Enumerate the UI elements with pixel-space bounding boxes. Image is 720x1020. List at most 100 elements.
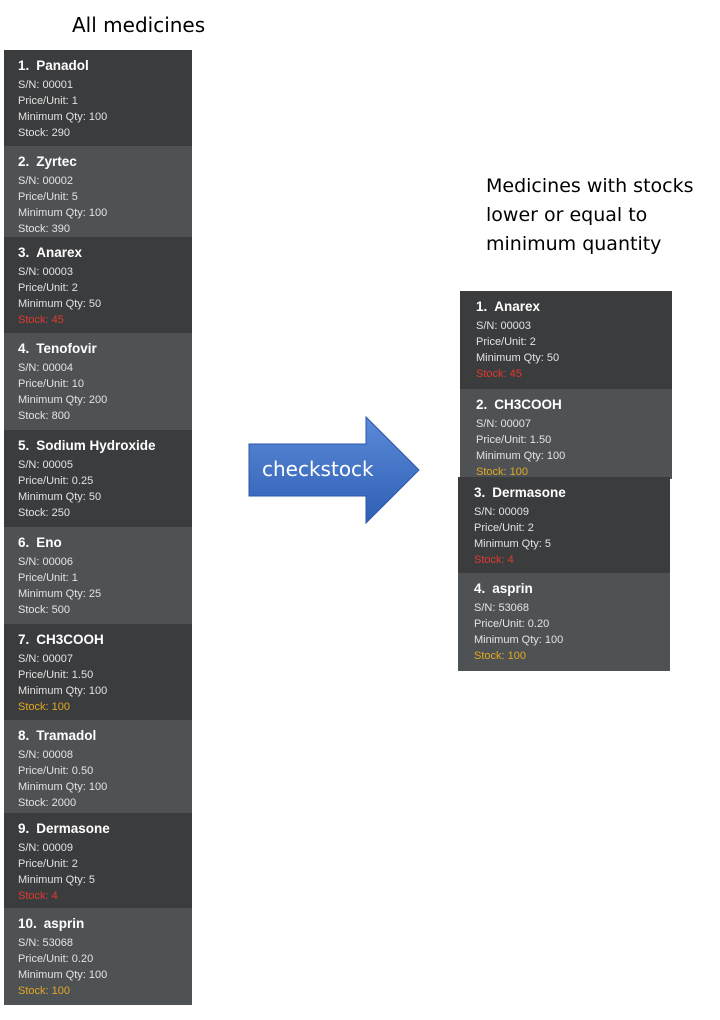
medicine-card[interactable]: 3. Dermasone S/N: 00009 Price/Unit: 2 Minimu… <box>458 477 670 573</box>
medicine-name-row: 3. Anarex <box>18 244 192 262</box>
medicine-serial-number: S/N: 00007 <box>476 418 532 430</box>
medicine-stock: Stock: 100 <box>18 701 70 713</box>
medicine-card[interactable]: 6. Eno S/N: 00006 Price/Unit: 1 Minimum Qty:… <box>4 527 192 625</box>
medicine-serial-number: S/N: 53068 <box>18 937 74 949</box>
medicine-stock: Stock: 2000 <box>18 797 77 809</box>
medicine-stock: Stock: 100 <box>474 650 526 662</box>
medicine-name-row: 4. asprin <box>474 580 670 598</box>
medicine-index: 3. <box>474 485 486 500</box>
medicine-name: Panadol <box>36 58 89 73</box>
medicine-stock: Stock: 250 <box>18 507 70 519</box>
medicine-name-row: 4. Tenofovir <box>18 340 192 358</box>
medicine-minimum-quantity: Minimum Qty: 5 <box>18 874 96 886</box>
medicine-index: 7. <box>18 632 30 647</box>
medicine-serial-number: S/N: 00005 <box>18 459 74 471</box>
medicine-price-per-unit: Price/Unit: 0.25 <box>18 475 94 487</box>
medicine-index: 6. <box>18 535 30 550</box>
medicine-serial-number: S/N: 00004 <box>18 362 74 374</box>
medicine-index: 9. <box>18 821 30 836</box>
medicine-minimum-quantity: Minimum Qty: 50 <box>18 491 102 503</box>
medicine-name: Eno <box>36 535 62 550</box>
medicine-minimum-quantity: Minimum Qty: 100 <box>18 207 108 219</box>
medicine-index: 1. <box>476 299 488 314</box>
medicine-card[interactable]: 3. Anarex S/N: 00003 Price/Unit: 2 Minimum Q… <box>4 237 192 334</box>
medicine-name: Tramadol <box>36 728 97 743</box>
low-stock-medicines-list[interactable]: 1. Anarex S/N: 00003 Price/Unit: 2 Minimum Q… <box>458 291 672 671</box>
medicine-name: Anarex <box>494 299 541 314</box>
medicine-price-per-unit: Price/Unit: 2 <box>18 858 78 870</box>
checkstock-arrow: checkstock <box>248 416 420 524</box>
medicine-stock: Stock: 500 <box>18 604 70 616</box>
medicine-minimum-quantity: Minimum Qty: 100 <box>18 111 108 123</box>
medicine-minimum-quantity: Minimum Qty: 25 <box>18 588 102 600</box>
medicine-name-row: 2. Zyrtec <box>18 153 192 171</box>
medicine-card[interactable]: 8. Tramadol S/N: 00008 Price/Unit: 0.50 Mini… <box>4 720 192 813</box>
medicine-serial-number: S/N: 00008 <box>18 749 74 761</box>
medicine-index: 5. <box>18 438 30 453</box>
medicine-index: 4. <box>18 341 30 356</box>
medicine-index: 4. <box>474 581 486 596</box>
medicine-price-per-unit: Price/Unit: 0.20 <box>474 618 550 630</box>
medicine-index: 2. <box>18 154 30 169</box>
medicine-stock: Stock: 4 <box>18 890 58 902</box>
medicine-serial-number: S/N: 00001 <box>18 79 74 91</box>
medicine-minimum-quantity: Minimum Qty: 50 <box>18 298 102 310</box>
medicine-price-per-unit: Price/Unit: 1 <box>18 95 78 107</box>
medicine-name: Dermasone <box>492 485 566 500</box>
checkstock-command-label: checkstock <box>262 457 374 481</box>
medicine-price-per-unit: Price/Unit: 1.50 <box>18 669 94 681</box>
medicine-name: CH3COOH <box>494 397 562 412</box>
medicine-stock: Stock: 800 <box>18 410 70 422</box>
medicine-card[interactable]: 4. Tenofovir S/N: 00004 Price/Unit: 10 Minim… <box>4 333 192 431</box>
medicine-card[interactable]: 7. CH3COOH S/N: 00007 Price/Unit: 1.50 Minim… <box>4 624 192 722</box>
medicine-name-row: 5. Sodium Hydroxide <box>18 437 192 455</box>
medicine-card[interactable]: 9. Dermasone S/N: 00009 Price/Unit: 2 Minimu… <box>4 813 192 909</box>
medicine-stock: Stock: 45 <box>18 314 64 326</box>
medicine-name: Zyrtec <box>36 154 77 169</box>
medicine-card[interactable]: 2. CH3COOH S/N: 00007 Price/Unit: 1.50 Minim… <box>460 389 672 479</box>
medicine-serial-number: S/N: 00009 <box>18 842 74 854</box>
all-medicines-list[interactable]: 1. Panadol S/N: 00001 Price/Unit: 1 Minimum … <box>4 50 192 1005</box>
medicine-name-row: 7. CH3COOH <box>18 631 192 649</box>
medicine-card[interactable]: 1. Anarex S/N: 00003 Price/Unit: 2 Minimum Q… <box>460 291 672 389</box>
medicine-name: Tenofovir <box>36 341 97 356</box>
medicine-name-row: 6. Eno <box>18 534 192 552</box>
medicine-index: 3. <box>18 245 30 260</box>
medicine-card[interactable]: 2. Zyrtec S/N: 00002 Price/Unit: 5 Minimum Q… <box>4 146 192 238</box>
medicine-name: asprin <box>492 581 533 596</box>
medicine-minimum-quantity: Minimum Qty: 100 <box>18 781 108 793</box>
medicine-card[interactable]: 1. Panadol S/N: 00001 Price/Unit: 1 Minimum … <box>4 50 192 148</box>
medicine-minimum-quantity: Minimum Qty: 200 <box>18 394 108 406</box>
medicine-serial-number: S/N: 00003 <box>476 320 532 332</box>
medicine-serial-number: S/N: 00006 <box>18 556 74 568</box>
medicine-name: asprin <box>43 916 85 931</box>
medicine-price-per-unit: Price/Unit: 2 <box>18 282 78 294</box>
medicine-price-per-unit: Price/Unit: 10 <box>18 378 85 390</box>
medicine-name-row: 10. asprin <box>18 915 192 933</box>
medicine-name: CH3COOH <box>36 632 104 647</box>
medicine-card[interactable]: 5. Sodium Hydroxide S/N: 00005 Price/Unit: … <box>4 430 192 528</box>
medicine-index: 8. <box>18 728 30 743</box>
medicine-minimum-quantity: Minimum Qty: 50 <box>476 352 560 364</box>
medicine-name-row: 9. Dermasone <box>18 820 192 838</box>
medicine-price-per-unit: Price/Unit: 2 <box>476 336 536 348</box>
medicine-stock: Stock: 290 <box>18 127 70 139</box>
medicine-price-per-unit: Price/Unit: 5 <box>18 191 78 203</box>
medicine-card[interactable]: 10. asprin S/N: 53068 Price/Unit: 0.20 Minim… <box>4 908 192 1005</box>
medicine-name: Dermasone <box>36 821 110 836</box>
medicine-minimum-quantity: Minimum Qty: 100 <box>476 450 566 462</box>
low-stock-medicines-title: Medicines with stocks lower or equal to … <box>486 175 694 255</box>
medicine-price-per-unit: Price/Unit: 2 <box>474 522 534 534</box>
medicine-name-row: 3. Dermasone <box>474 484 670 502</box>
medicine-index: 2. <box>476 397 488 412</box>
medicine-index: 1. <box>18 58 30 73</box>
medicine-price-per-unit: Price/Unit: 0.20 <box>18 953 94 965</box>
medicine-card[interactable]: 4. asprin S/N: 53068 Price/Unit: 0.20 Minimu… <box>458 573 670 671</box>
medicine-price-per-unit: Price/Unit: 1.50 <box>476 434 552 446</box>
medicine-minimum-quantity: Minimum Qty: 100 <box>474 634 564 646</box>
medicine-stock: Stock: 390 <box>18 223 70 235</box>
medicine-minimum-quantity: Minimum Qty: 100 <box>18 685 108 697</box>
medicine-serial-number: S/N: 53068 <box>474 602 530 614</box>
medicine-price-per-unit: Price/Unit: 1 <box>18 572 78 584</box>
medicine-name-row: 2. CH3COOH <box>476 396 672 414</box>
